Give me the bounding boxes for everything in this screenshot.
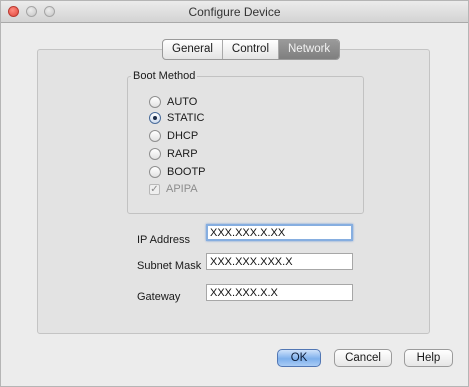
boot-option-bootp[interactable]: BOOTP <box>149 164 206 180</box>
window-title: Configure Device <box>188 5 281 19</box>
radio-bootp[interactable] <box>149 166 161 178</box>
subnet-mask-field[interactable] <box>206 253 353 270</box>
apipa-checkbox: ✓ <box>149 183 160 195</box>
configure-device-window: Configure Device General Control Network… <box>0 0 469 387</box>
tab-control[interactable]: Control <box>223 40 279 59</box>
radio-label-static: STATIC <box>167 112 205 124</box>
radio-label-rarp: RARP <box>167 148 198 160</box>
help-button[interactable]: Help <box>404 349 453 367</box>
radio-auto[interactable] <box>149 96 161 108</box>
boot-option-dhcp[interactable]: DHCP <box>149 128 198 144</box>
ip-address-label: IP Address <box>137 234 190 246</box>
radio-rarp[interactable] <box>149 148 161 160</box>
ok-button[interactable]: OK <box>277 349 321 367</box>
radio-label-auto: AUTO <box>167 96 198 108</box>
gateway-field[interactable] <box>206 284 353 301</box>
boot-option-auto[interactable]: AUTO <box>149 94 197 110</box>
ip-address-field[interactable] <box>206 224 353 241</box>
subnet-mask-label: Subnet Mask <box>137 260 202 272</box>
boot-method-label: Boot Method <box>131 70 198 82</box>
radio-label-dhcp: DHCP <box>167 130 199 142</box>
title-bar: Configure Device <box>1 1 468 23</box>
cancel-button[interactable]: Cancel <box>334 349 392 367</box>
radio-static[interactable] <box>149 112 161 124</box>
boot-option-static[interactable]: STATIC <box>149 110 204 126</box>
tab-network[interactable]: Network <box>279 40 340 59</box>
apipa-option: ✓ APIPA <box>149 181 198 197</box>
tab-bar: General Control Network <box>162 39 341 60</box>
tab-general[interactable]: General <box>163 40 223 59</box>
radio-label-bootp: BOOTP <box>167 166 206 178</box>
boot-option-rarp[interactable]: RARP <box>149 146 198 162</box>
gateway-label: Gateway <box>137 291 181 303</box>
apipa-label: APIPA <box>166 183 198 195</box>
radio-dhcp[interactable] <box>149 130 161 142</box>
